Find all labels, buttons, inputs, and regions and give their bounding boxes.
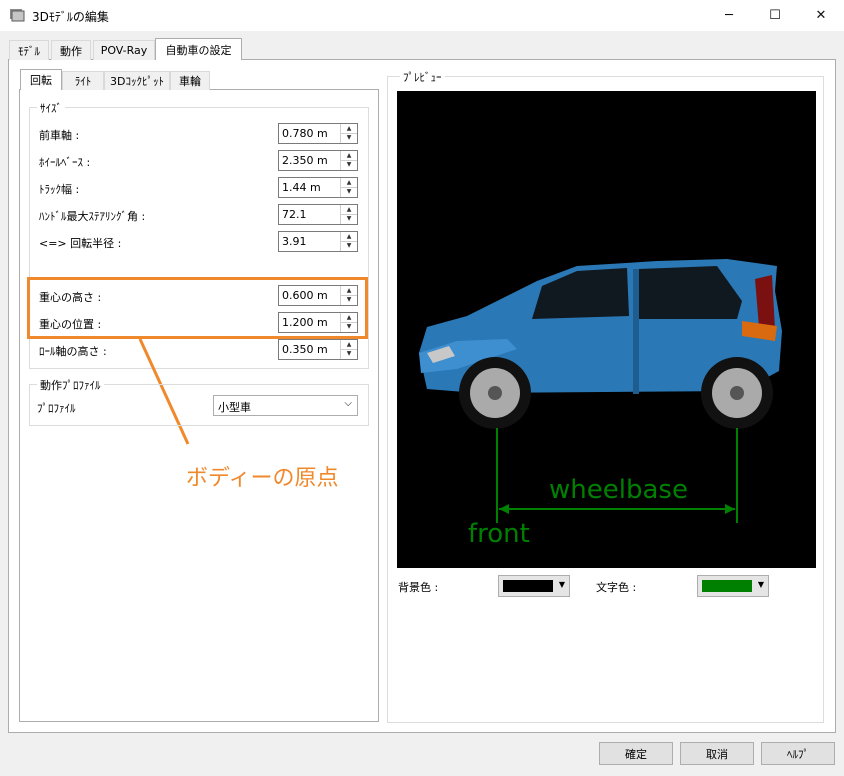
roll-axis-height-label: ﾛｰﾙ軸の高さ : bbox=[39, 345, 107, 358]
bg-color-label: 背景色 : bbox=[398, 581, 439, 594]
text-color-label: 文字色 : bbox=[596, 581, 637, 594]
subtab-3d-cockpit[interactable]: 3Dｺｯｸﾋﾟｯﾄ bbox=[104, 71, 170, 90]
roll-axis-height-input[interactable]: 0.350 m ▲ ▼ bbox=[278, 339, 358, 360]
turning-radius-label: <=> 回転半径 : bbox=[39, 237, 122, 250]
ok-button[interactable]: 確定 bbox=[599, 742, 673, 765]
window-title: 3Dﾓﾃﾞﾙの編集 bbox=[32, 10, 109, 24]
minimize-button[interactable]: ─ bbox=[706, 0, 752, 31]
turning-radius-value: 3.91 bbox=[282, 235, 307, 248]
front-preview-label: front bbox=[468, 519, 530, 549]
preview-canvas[interactable]: wheelbase front bbox=[397, 91, 816, 568]
max-steering-angle-input[interactable]: 72.1 ▲ ▼ bbox=[278, 204, 358, 225]
chevron-down-icon: ⌵ bbox=[344, 398, 352, 409]
app-icon bbox=[10, 9, 25, 22]
spin-down-icon[interactable]: ▼ bbox=[341, 214, 357, 223]
text-color-swatch bbox=[702, 580, 752, 592]
spin-down-icon[interactable]: ▼ bbox=[341, 133, 357, 142]
max-steering-angle-value: 72.1 bbox=[282, 208, 307, 221]
profile-label: ﾌﾟﾛﾌｧｲﾙ bbox=[37, 402, 76, 415]
dropdown-arrow-icon: ▼ bbox=[558, 580, 565, 589]
wheelbase-preview-label: wheelbase bbox=[549, 475, 688, 505]
tab-motion[interactable]: 動作 bbox=[51, 40, 91, 60]
preview-title: ﾌﾟﾚﾋﾞｭｰ bbox=[400, 69, 445, 85]
highlight-box bbox=[27, 277, 368, 339]
text-color-picker[interactable]: ▼ bbox=[697, 575, 769, 597]
cancel-button[interactable]: 取消 bbox=[680, 742, 754, 765]
wheelbase-value: 2.350 m bbox=[282, 154, 328, 167]
front-axle-value: 0.780 m bbox=[282, 127, 328, 140]
tab-model[interactable]: ﾓﾃﾞﾙ bbox=[9, 40, 49, 60]
wheelbase-label: ﾎｲｰﾙﾍﾞｰｽ : bbox=[39, 156, 91, 169]
annotation-label: ボディーの原点 bbox=[186, 466, 339, 491]
spin-down-icon[interactable]: ▼ bbox=[341, 349, 357, 358]
spin-down-icon[interactable]: ▼ bbox=[341, 241, 357, 250]
help-button[interactable]: ﾍﾙﾌﾟ bbox=[761, 742, 835, 765]
roll-axis-height-value: 0.350 m bbox=[282, 343, 328, 356]
track-width-label: ﾄﾗｯｸ幅 : bbox=[39, 183, 80, 196]
profile-selected-value: 小型車 bbox=[218, 401, 251, 414]
track-width-value: 1.44 m bbox=[282, 181, 321, 194]
front-axle-label: 前車軸 : bbox=[39, 129, 80, 142]
size-group-title: ｻｲｽﾞ bbox=[37, 100, 65, 116]
subtab-light[interactable]: ﾗｲﾄ bbox=[62, 71, 104, 90]
close-button[interactable]: ✕ bbox=[798, 0, 844, 31]
dropdown-arrow-icon: ▼ bbox=[757, 580, 764, 589]
tab-car-settings[interactable]: 自動車の設定 bbox=[155, 38, 242, 60]
subtab-rotation[interactable]: 回転 bbox=[20, 69, 62, 90]
bg-color-picker[interactable]: ▼ bbox=[498, 575, 570, 597]
wheelbase-input[interactable]: 2.350 m ▲ ▼ bbox=[278, 150, 358, 171]
subtab-wheels[interactable]: 車輪 bbox=[170, 71, 210, 90]
max-steering-angle-label: ﾊﾝﾄﾞﾙ最大ｽﾃｱﾘﾝｸﾞ角 : bbox=[39, 210, 146, 223]
profile-group-title: 動作ﾌﾟﾛﾌｧｲﾙ bbox=[37, 377, 104, 393]
track-width-input[interactable]: 1.44 m ▲ ▼ bbox=[278, 177, 358, 198]
front-axle-input[interactable]: 0.780 m ▲ ▼ bbox=[278, 123, 358, 144]
profile-select[interactable]: 小型車 ⌵ bbox=[213, 395, 358, 416]
bg-color-swatch bbox=[503, 580, 553, 592]
tab-povray[interactable]: POV-Ray bbox=[93, 40, 155, 60]
spin-down-icon[interactable]: ▼ bbox=[341, 187, 357, 196]
maximize-button[interactable]: ☐ bbox=[752, 0, 798, 31]
spin-down-icon[interactable]: ▼ bbox=[341, 160, 357, 169]
turning-radius-input[interactable]: 3.91 ▲ ▼ bbox=[278, 231, 358, 252]
